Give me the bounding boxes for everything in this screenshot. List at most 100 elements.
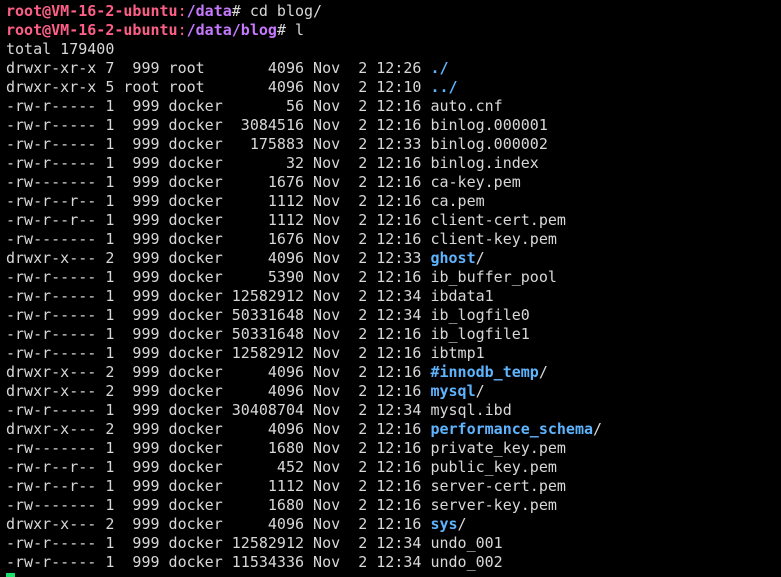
directory-name: mysql: [430, 382, 476, 400]
prompt-user: root@VM-16-2-ubuntu: [6, 21, 178, 39]
listing-row: -rw-r----- 1 999 docker 50331648 Nov 2 1…: [6, 325, 781, 344]
file-meta: -rw-r----- 1 999 docker 11534336 Nov 2 1…: [6, 553, 431, 571]
directory-name: sys: [430, 515, 458, 533]
directory-name: performance_schema: [430, 420, 594, 438]
listing-row: drwxr-x--- 2 999 docker 4096 Nov 2 12:16…: [6, 363, 781, 382]
prompt-path: /data/blog: [186, 21, 277, 39]
file-meta: -rw-r----- 1 999 docker 12582912 Nov 2 1…: [6, 534, 431, 552]
file-name: undo_002: [430, 553, 503, 571]
prompt-symbol: #: [231, 2, 241, 20]
listing-row: -rw-r----- 1 999 docker 50331648 Nov 2 1…: [6, 306, 781, 325]
listing-row: -rw-r--r-- 1 999 docker 452 Nov 2 12:16 …: [6, 458, 781, 477]
listing-row: -rw-r----- 1 999 docker 32 Nov 2 12:16 b…: [6, 154, 781, 173]
file-meta: -rw-r----- 1 999 docker 5390 Nov 2 12:16: [6, 268, 431, 286]
command-text: cd blog/: [240, 2, 323, 20]
listing-row: -rw-r----- 1 999 docker 12582912 Nov 2 1…: [6, 534, 781, 553]
file-meta: -rw-r----- 1 999 docker 50331648 Nov 2 1…: [6, 325, 431, 343]
file-meta: -rw-r----- 1 999 docker 32 Nov 2 12:16: [6, 154, 431, 172]
prompt-line-1: root@VM-16-2-ubuntu:/data# cd blog/: [6, 2, 781, 21]
file-meta: -rw-r--r-- 1 999 docker 1112 Nov 2 12:16: [6, 477, 431, 495]
dir-suffix: /: [457, 515, 467, 533]
file-name: ib_logfile1: [430, 325, 530, 343]
listing-row: -rw-r----- 1 999 docker 12582912 Nov 2 1…: [6, 344, 781, 363]
file-name: binlog.index: [430, 154, 539, 172]
file-name: server-key.pem: [430, 496, 557, 514]
listing-row: -rw-r--r-- 1 999 docker 1112 Nov 2 12:16…: [6, 211, 781, 230]
file-name: public_key.pem: [430, 458, 557, 476]
file-meta: drwxr-x--- 2 999 docker 4096 Nov 2 12:16: [6, 382, 431, 400]
file-meta: -rw-r----- 1 999 docker 50331648 Nov 2 1…: [6, 306, 431, 324]
directory-name: ghost: [430, 249, 476, 267]
prompt-line-2: root@VM-16-2-ubuntu:/data/blog# l: [6, 21, 781, 40]
file-name: ca-key.pem: [430, 173, 521, 191]
file-meta: -rw-r--r-- 1 999 docker 1112 Nov 2 12:16: [6, 192, 431, 210]
listing-row: drwxr-xr-x 5 root root 4096 Nov 2 12:10 …: [6, 78, 781, 97]
listing-row: drwxr-x--- 2 999 docker 4096 Nov 2 12:33…: [6, 249, 781, 268]
listing-row: -rw------- 1 999 docker 1680 Nov 2 12:16…: [6, 439, 781, 458]
file-meta: drwxr-xr-x 7 999 root 4096 Nov 2 12:26: [6, 59, 431, 77]
listing-row: -rw-r----- 1 999 docker 30408704 Nov 2 1…: [6, 401, 781, 420]
listing-row: drwxr-x--- 2 999 docker 4096 Nov 2 12:16…: [6, 515, 781, 534]
file-meta: -rw-r----- 1 999 docker 12582912 Nov 2 1…: [6, 287, 431, 305]
file-name: binlog.000001: [430, 116, 548, 134]
file-meta: -rw-r----- 1 999 docker 175883 Nov 2 12:…: [6, 135, 431, 153]
directory-name: #innodb_temp: [430, 363, 539, 381]
listing-row: drwxr-xr-x 7 999 root 4096 Nov 2 12:26 .…: [6, 59, 781, 78]
file-meta: drwxr-x--- 2 999 docker 4096 Nov 2 12:16: [6, 363, 431, 381]
file-meta: -rw-r----- 1 999 docker 3084516 Nov 2 12…: [6, 116, 431, 134]
file-name: server-cert.pem: [430, 477, 566, 495]
file-meta: -rw-r--r-- 1 999 docker 452 Nov 2 12:16: [6, 458, 431, 476]
prompt-separator: :: [177, 2, 187, 20]
listing-row: -rw-r----- 1 999 docker 12582912 Nov 2 1…: [6, 287, 781, 306]
file-name: ca.pem: [430, 192, 485, 210]
file-name: binlog.000002: [430, 135, 548, 153]
file-name: client-cert.pem: [430, 211, 566, 229]
listing-row: -rw-r----- 1 999 docker 11534336 Nov 2 1…: [6, 553, 781, 572]
file-meta: -rw------- 1 999 docker 1676 Nov 2 12:16: [6, 230, 431, 248]
listing-row: -rw-r--r-- 1 999 docker 1112 Nov 2 12:16…: [6, 192, 781, 211]
directory-listing: drwxr-xr-x 7 999 root 4096 Nov 2 12:26 .…: [6, 59, 781, 572]
file-meta: -rw------- 1 999 docker 1680 Nov 2 12:16: [6, 439, 431, 457]
listing-row: -rw------- 1 999 docker 1676 Nov 2 12:16…: [6, 230, 781, 249]
terminal-window[interactable]: root@VM-16-2-ubuntu:/data# cd blog/ root…: [0, 0, 781, 577]
dir-suffix: /: [475, 249, 485, 267]
current-prompt-line[interactable]: [6, 572, 781, 577]
prompt-separator: :: [177, 21, 187, 39]
dir-suffix: /: [593, 420, 603, 438]
file-name: ibtmp1: [430, 344, 485, 362]
listing-row: -rw-r----- 1 999 docker 3084516 Nov 2 12…: [6, 116, 781, 135]
listing-row: -rw-r----- 1 999 docker 175883 Nov 2 12:…: [6, 135, 781, 154]
listing-row: drwxr-x--- 2 999 docker 4096 Nov 2 12:16…: [6, 382, 781, 401]
listing-row: -rw-r----- 1 999 docker 5390 Nov 2 12:16…: [6, 268, 781, 287]
command-text: l: [285, 21, 305, 39]
listing-row: drwxr-x--- 2 999 docker 4096 Nov 2 12:16…: [6, 420, 781, 439]
file-meta: -rw-r--r-- 1 999 docker 1112 Nov 2 12:16: [6, 211, 431, 229]
directory-name: ./: [430, 59, 449, 77]
file-meta: drwxr-x--- 2 999 docker 4096 Nov 2 12:16: [6, 420, 431, 438]
dir-suffix: /: [538, 363, 548, 381]
listing-row: -rw------- 1 999 docker 1680 Nov 2 12:16…: [6, 496, 781, 515]
file-meta: -rw-r----- 1 999 docker 56 Nov 2 12:16: [6, 97, 431, 115]
file-meta: -rw-r----- 1 999 docker 30408704 Nov 2 1…: [6, 401, 431, 419]
file-name: ib_logfile0: [430, 306, 530, 324]
file-name: ib_buffer_pool: [430, 268, 557, 286]
file-name: ibdata1: [430, 287, 494, 305]
prompt-user: root@VM-16-2-ubuntu: [6, 2, 178, 20]
file-name: client-key.pem: [430, 230, 557, 248]
total-line: total 179400: [6, 40, 115, 58]
dir-suffix: /: [475, 382, 485, 400]
listing-row: -rw-r----- 1 999 docker 56 Nov 2 12:16 a…: [6, 97, 781, 116]
terminal-cursor: [6, 573, 15, 577]
file-meta: -rw------- 1 999 docker 1676 Nov 2 12:16: [6, 173, 431, 191]
file-meta: drwxr-xr-x 5 root root 4096 Nov 2 12:10: [6, 78, 431, 96]
file-name: auto.cnf: [430, 97, 503, 115]
prompt-path: /data: [186, 2, 232, 20]
file-meta: -rw-r----- 1 999 docker 12582912 Nov 2 1…: [6, 344, 431, 362]
listing-row: -rw------- 1 999 docker 1676 Nov 2 12:16…: [6, 173, 781, 192]
directory-name: ../: [430, 78, 458, 96]
prompt-symbol: #: [276, 21, 286, 39]
file-name: private_key.pem: [430, 439, 566, 457]
file-meta: -rw------- 1 999 docker 1680 Nov 2 12:16: [6, 496, 431, 514]
listing-row: -rw-r--r-- 1 999 docker 1112 Nov 2 12:16…: [6, 477, 781, 496]
file-meta: drwxr-x--- 2 999 docker 4096 Nov 2 12:16: [6, 515, 431, 533]
